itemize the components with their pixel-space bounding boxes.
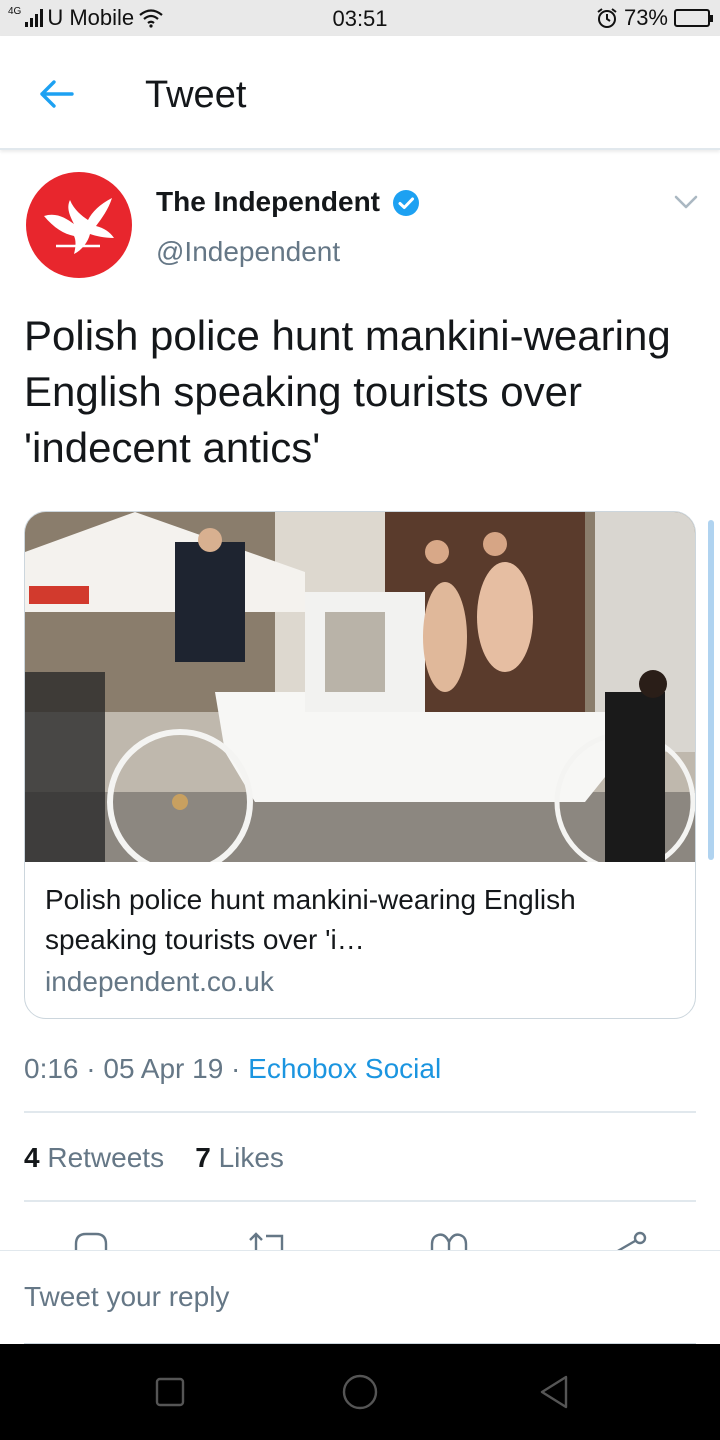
tweet-date: 05 Apr 19 [103, 1053, 224, 1084]
reply-input[interactable]: Tweet your reply [24, 1279, 696, 1344]
retweets-label: Retweets [47, 1142, 165, 1173]
divider [24, 1200, 696, 1202]
back-nav-icon[interactable] [534, 1372, 574, 1412]
verified-badge-icon [393, 190, 419, 216]
recent-apps-icon[interactable] [150, 1372, 190, 1412]
divider [24, 1111, 696, 1113]
retweets-stat[interactable]: 4 Retweets [24, 1142, 164, 1173]
author-handle[interactable]: @Independent [156, 234, 340, 270]
battery-percent: 73% [623, 5, 668, 30]
eagle-logo-icon [44, 198, 114, 254]
likes-stat[interactable]: 7 Likes [195, 1142, 284, 1173]
likes-label: Likes [218, 1142, 284, 1173]
scrollbar[interactable] [708, 520, 714, 860]
link-card[interactable]: Polish police hunt mankini-wearing Engli… [24, 511, 696, 1019]
chevron-down-icon[interactable] [672, 190, 700, 214]
tweet-time: 0:16 [24, 1053, 79, 1084]
retweets-count: 4 [24, 1142, 40, 1173]
app-header: Tweet [0, 36, 720, 150]
author-name[interactable]: The Independent [156, 184, 380, 220]
reply-icon[interactable] [70, 1230, 112, 1252]
likes-count: 7 [195, 1142, 211, 1173]
tweet-text: Polish police hunt mankini-wearing Engli… [24, 312, 671, 471]
tweet-meta: 0:16 · 05 Apr 19 · Echobox Social [24, 1050, 441, 1088]
status-bar: 4G U Mobile 03:51 73% [0, 0, 720, 36]
page-title: Tweet [145, 74, 247, 116]
card-domain: independent.co.uk [45, 966, 274, 997]
retweet-icon[interactable] [246, 1230, 288, 1252]
reply-bar: Tweet your reply [0, 1250, 720, 1344]
like-icon[interactable] [428, 1230, 470, 1252]
share-icon[interactable] [608, 1230, 650, 1252]
card-image[interactable] [25, 512, 695, 862]
back-button[interactable] [30, 72, 82, 116]
system-nav-bar [0, 1344, 720, 1440]
arrow-left-icon [40, 80, 74, 108]
alarm-icon [597, 8, 617, 28]
avatar[interactable] [26, 172, 132, 278]
card-title: Polish police hunt mankini-wearing Engli… [45, 884, 576, 955]
meta-separator: · [231, 1053, 241, 1084]
card-photo [25, 512, 695, 862]
tweet-source-link[interactable]: Echobox Social [248, 1053, 441, 1084]
tweet-stats: 4 Retweets 7 Likes [24, 1139, 284, 1177]
meta-separator: · [86, 1053, 96, 1084]
battery-icon [674, 9, 713, 27]
home-icon[interactable] [340, 1372, 380, 1412]
status-right: 73% [596, 5, 713, 31]
